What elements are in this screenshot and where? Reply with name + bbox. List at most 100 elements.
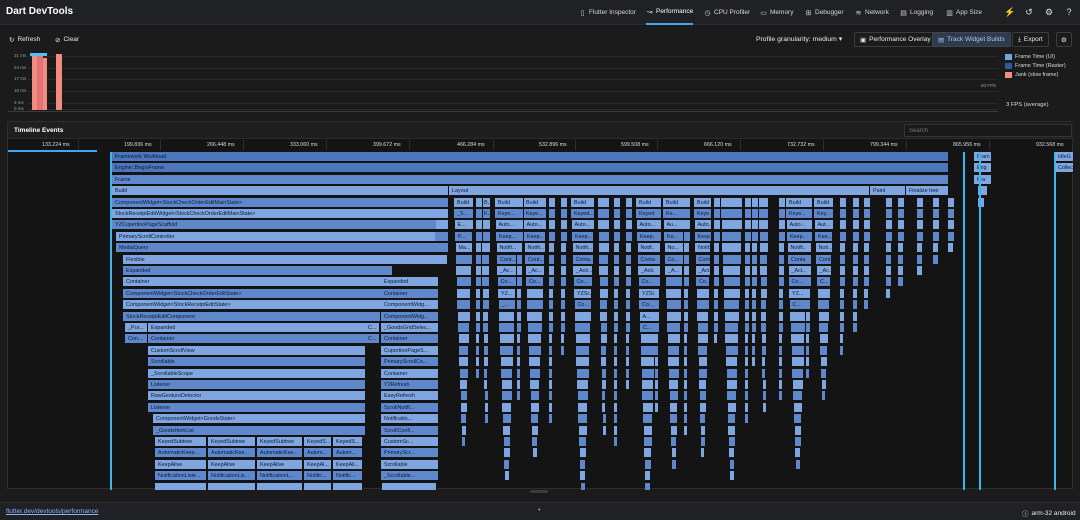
tab-flutter-inspector[interactable]: ▯ Flutter Inspector [579, 0, 636, 25]
flame-event[interactable] [531, 425, 539, 436]
flame-event[interactable] [614, 220, 621, 231]
flame-event[interactable] [761, 334, 767, 345]
flame-event[interactable] [614, 323, 619, 333]
flame-event[interactable] [898, 231, 905, 242]
flame-event[interactable]: Expanded [123, 266, 393, 276]
flame-event[interactable] [600, 334, 608, 345]
flame-event[interactable] [517, 254, 523, 265]
flame-event[interactable] [532, 448, 538, 459]
flame-event[interactable] [729, 459, 735, 470]
flame-event[interactable] [517, 197, 524, 208]
flame-event[interactable] [626, 266, 632, 276]
flame-event[interactable] [208, 482, 256, 490]
flame-event[interactable] [760, 288, 768, 299]
flame-event[interactable] [864, 243, 870, 254]
flame-event[interactable]: ComponentWidg... [381, 311, 439, 322]
tab-performance[interactable]: ↝ Performance [646, 0, 694, 25]
flame-event[interactable] [517, 345, 521, 356]
flame-event[interactable] [667, 323, 681, 333]
flame-event[interactable]: AutomaticKee... [257, 448, 303, 459]
flame-event[interactable]: Con... [125, 334, 148, 345]
flame-event[interactable] [482, 254, 490, 265]
flame-event[interactable] [819, 323, 829, 333]
flame-event[interactable] [791, 345, 805, 356]
flame-event[interactable] [840, 266, 846, 276]
flame-event[interactable] [840, 323, 845, 333]
flame-event[interactable] [714, 254, 720, 265]
flame-event[interactable] [526, 300, 544, 311]
flame-event[interactable] [752, 243, 758, 254]
flame-event[interactable] [898, 254, 904, 265]
flame-event[interactable]: EasyRefresh [381, 391, 439, 402]
flame-event[interactable]: Layout [449, 186, 870, 197]
flame-event[interactable] [461, 414, 467, 425]
timeline-scroll-handle[interactable] [530, 490, 548, 493]
flame-event[interactable] [503, 425, 511, 436]
flame-event[interactable] [155, 482, 207, 490]
flame-event[interactable]: ScrollConfi... [381, 425, 439, 436]
flame-event[interactable]: Expanded [381, 277, 439, 288]
granularity-dropdown[interactable]: Profile granularity: medium ▾ [756, 35, 842, 43]
tab-memory[interactable]: ▭ Memory [760, 0, 793, 25]
flame-event[interactable] [476, 311, 481, 322]
flame-event[interactable] [561, 334, 565, 345]
flame-event[interactable] [723, 288, 741, 299]
flame-event[interactable] [714, 311, 719, 322]
flame-event[interactable] [461, 425, 467, 436]
history-icon[interactable]: ↺ [1023, 6, 1035, 18]
flame-event[interactable]: Container [381, 334, 439, 345]
flame-event[interactable] [721, 220, 743, 231]
flame-event[interactable] [666, 311, 682, 322]
flame-event[interactable] [886, 266, 892, 276]
flame-event[interactable] [745, 334, 749, 345]
flame-event[interactable] [752, 288, 757, 299]
flame-event[interactable] [723, 266, 741, 276]
flame-event[interactable] [725, 323, 739, 333]
flame-event[interactable] [614, 197, 621, 208]
flame-event[interactable] [699, 402, 707, 413]
flame-event[interactable] [578, 402, 588, 413]
flame-event[interactable] [549, 288, 554, 299]
flame-event[interactable] [549, 334, 553, 345]
flame-event[interactable] [795, 448, 801, 459]
flame-event[interactable] [721, 197, 743, 208]
flame-event[interactable] [614, 311, 619, 322]
flame-event[interactable] [714, 266, 720, 276]
flame-event[interactable]: Expanded [148, 323, 366, 333]
flame-event[interactable] [761, 345, 767, 356]
flame-event[interactable] [626, 197, 633, 208]
flame-event[interactable] [626, 311, 631, 322]
flame-event[interactable] [476, 300, 481, 311]
tab-app-size[interactable]: ▥ App Size [946, 0, 982, 25]
flame-event[interactable] [576, 368, 590, 379]
flame-event[interactable] [821, 368, 827, 379]
flame-event[interactable] [528, 345, 542, 356]
flame-event[interactable]: ComponentWidget<StockCheckOrderEditState… [123, 288, 393, 299]
flame-event[interactable] [853, 288, 858, 299]
flame-event[interactable]: _Ac... [497, 266, 517, 276]
flame-event[interactable] [549, 243, 555, 254]
flame-event[interactable] [699, 391, 707, 402]
flame-event[interactable]: Auto... [495, 220, 519, 231]
flame-event[interactable] [459, 368, 469, 379]
flame-event[interactable] [626, 277, 632, 288]
flame-event[interactable] [579, 448, 587, 459]
flame-event[interactable] [779, 266, 785, 276]
flame-event[interactable] [791, 334, 805, 345]
flame-event[interactable] [577, 391, 589, 402]
flame-event[interactable] [760, 277, 768, 288]
flame-event[interactable] [528, 334, 542, 345]
flame-event[interactable] [549, 220, 556, 231]
flame-event[interactable] [382, 482, 437, 490]
connected-device[interactable]: ⓘ arm-32 android [1022, 508, 1076, 519]
flame-event[interactable] [886, 197, 893, 208]
flame-event[interactable] [671, 448, 677, 459]
flame-event[interactable] [745, 357, 749, 368]
flame-event[interactable] [455, 254, 473, 265]
flame-event[interactable]: _S... [454, 209, 474, 219]
flame-event[interactable]: CustomSc... [381, 437, 439, 447]
flame-event[interactable]: A... [639, 311, 657, 322]
frame-bar[interactable] [56, 54, 62, 110]
flame-event[interactable] [853, 254, 859, 265]
flame-event[interactable]: Scrollable [148, 357, 366, 368]
